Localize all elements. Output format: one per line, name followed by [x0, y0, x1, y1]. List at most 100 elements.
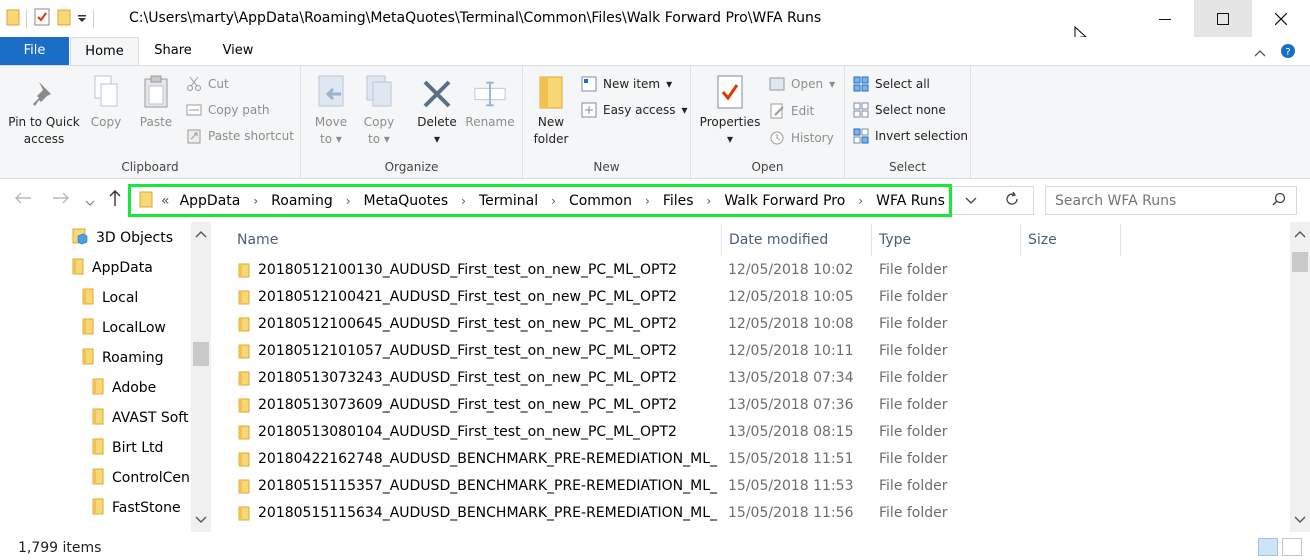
scroll-up-icon[interactable]: [1290, 226, 1310, 242]
recent-locations-button[interactable]: [85, 192, 95, 211]
nav-tree-item[interactable]: Birt Ltd: [92, 433, 163, 463]
invert-selection-button[interactable]: Invert selection: [853, 125, 968, 147]
nav-pane-scroll-thumb[interactable]: [193, 342, 209, 366]
file-row[interactable]: 20180512100645_AUDUSD_First_test_on_new_…: [236, 310, 1096, 337]
file-row[interactable]: 20180512100130_AUDUSD_First_test_on_new_…: [236, 256, 1096, 283]
breadcrumb-item[interactable]: Common: [569, 193, 632, 209]
properties-icon[interactable]: [33, 8, 51, 29]
search-input[interactable]: [1055, 192, 1272, 209]
details-view-button[interactable]: [1258, 538, 1278, 556]
forward-button[interactable]: [52, 190, 70, 209]
file-name: 20180512101057_AUDUSD_First_test_on_new_…: [258, 342, 677, 359]
file-row[interactable]: 20180513073609_AUDUSD_First_test_on_new_…: [236, 391, 1096, 418]
copy-path-button[interactable]: Copy path: [186, 99, 270, 121]
file-row[interactable]: 20180422162748_AUDUSD_BENCHMARK_PRE-REME…: [236, 445, 1096, 472]
breadcrumb-overflow[interactable]: «: [161, 193, 170, 209]
breadcrumb-separator[interactable]: ›: [253, 194, 258, 208]
tab-file[interactable]: File: [0, 37, 69, 65]
breadcrumb-separator[interactable]: ›: [346, 194, 351, 208]
cut-button[interactable]: Cut: [186, 73, 229, 95]
rename-button[interactable]: Rename: [463, 72, 517, 131]
paste-button[interactable]: Paste: [134, 72, 178, 131]
column-header-name[interactable]: Name: [229, 222, 719, 256]
up-arrow-icon: [109, 190, 121, 206]
nav-tree-item[interactable]: Adobe: [92, 373, 156, 403]
breadcrumb-item[interactable]: Terminal: [479, 193, 538, 209]
breadcrumb-separator[interactable]: ›: [858, 194, 863, 208]
large-icons-view-button[interactable]: [1282, 538, 1302, 556]
easy-access-button[interactable]: Easy access ▾: [581, 99, 688, 121]
folder-icon: [6, 8, 20, 29]
nav-tree-item[interactable]: Local: [82, 283, 138, 313]
tab-home[interactable]: Home: [70, 37, 139, 65]
column-header-date[interactable]: Date modified: [721, 222, 871, 256]
clipboard-group-label: Clipboard: [121, 160, 179, 174]
column-header-type[interactable]: Type: [871, 222, 1020, 256]
breadcrumb-separator[interactable]: ›: [551, 194, 556, 208]
file-list-scroll-thumb[interactable]: [1292, 252, 1308, 272]
history-button[interactable]: History: [769, 127, 834, 149]
search-icon[interactable]: [1272, 192, 1286, 209]
help-icon[interactable]: ?: [1280, 43, 1296, 62]
nav-tree-item[interactable]: AppData: [72, 253, 153, 283]
paste-shortcut-button[interactable]: Paste shortcut: [186, 125, 294, 147]
back-button[interactable]: [14, 190, 32, 209]
breadcrumb-separator[interactable]: ›: [707, 194, 712, 208]
file-list-scrollbar[interactable]: [1290, 222, 1310, 532]
nav-tree-item[interactable]: AVAST Soft: [92, 403, 188, 433]
scroll-down-icon[interactable]: [1290, 512, 1310, 528]
scroll-down-icon[interactable]: [191, 512, 211, 528]
nav-tree-item[interactable]: Roaming: [82, 343, 164, 373]
customize-dropdown-icon[interactable]: [77, 12, 87, 26]
collapse-ribbon-icon[interactable]: [1254, 46, 1266, 60]
refresh-button[interactable]: [1004, 191, 1020, 210]
scroll-up-icon[interactable]: [191, 226, 211, 242]
edit-button[interactable]: Edit: [769, 100, 814, 122]
maximize-button[interactable]: [1194, 0, 1252, 37]
nav-tree-item[interactable]: FastStone: [92, 493, 181, 523]
pin-to-quick-access-button[interactable]: Pin to Quick access: [6, 72, 82, 148]
select-all-button[interactable]: Select all: [853, 73, 930, 95]
new-folder-button[interactable]: New folder: [531, 72, 571, 148]
copy-to-button[interactable]: Copy to ▾: [359, 72, 399, 148]
pin-label-line2: access: [23, 132, 65, 146]
new-folder-icon[interactable]: [57, 8, 71, 29]
file-row[interactable]: 20180513073243_AUDUSD_First_test_on_new_…: [236, 364, 1096, 391]
nav-tree-item[interactable]: LocalLow: [82, 313, 166, 343]
breadcrumb-separator[interactable]: ›: [645, 194, 650, 208]
file-row[interactable]: 20180515115634_AUDUSD_BENCHMARK_PRE-REME…: [236, 499, 1096, 526]
breadcrumb-item[interactable]: Files: [663, 193, 694, 209]
breadcrumb-item[interactable]: AppData: [180, 193, 241, 209]
file-row[interactable]: 20180512101057_AUDUSD_First_test_on_new_…: [236, 337, 1096, 364]
up-button[interactable]: [108, 189, 122, 211]
move-to-button[interactable]: Move to ▾: [311, 72, 351, 148]
minimize-button[interactable]: [1136, 0, 1194, 37]
copy-button[interactable]: Copy: [86, 72, 126, 131]
search-box[interactable]: [1045, 186, 1297, 215]
column-divider[interactable]: [1120, 224, 1121, 256]
breadcrumb-item[interactable]: MetaQuotes: [364, 193, 449, 209]
tab-view[interactable]: View: [213, 37, 263, 65]
close-button[interactable]: [1252, 0, 1310, 37]
rename-label: Rename: [465, 115, 515, 129]
nav-tree-item[interactable]: 3D Objects: [72, 223, 173, 253]
file-row[interactable]: 20180512100421_AUDUSD_First_test_on_new_…: [236, 283, 1096, 310]
select-none-button[interactable]: Select none: [853, 99, 946, 121]
delete-button[interactable]: Delete ▾: [415, 72, 459, 148]
address-bar[interactable]: « AppData › Roaming › MetaQuotes › Terminal › Co…: [128, 184, 952, 217]
properties-button[interactable]: Properties ▾: [697, 72, 763, 148]
nav-tree-label: LocalLow: [102, 320, 166, 336]
breadcrumb-item[interactable]: Walk Forward Pro: [724, 193, 845, 209]
file-row[interactable]: 20180513080104_AUDUSD_First_test_on_new_…: [236, 418, 1096, 445]
breadcrumb-item[interactable]: Roaming: [271, 193, 333, 209]
file-row[interactable]: 20180515115357_AUDUSD_BENCHMARK_PRE-REME…: [236, 472, 1096, 499]
tab-share[interactable]: Share: [146, 37, 200, 65]
breadcrumb-separator[interactable]: ›: [461, 194, 466, 208]
nav-pane-scrollbar[interactable]: [191, 222, 211, 532]
new-item-button[interactable]: New item ▾: [581, 73, 672, 95]
breadcrumb-item[interactable]: WFA Runs: [876, 193, 945, 209]
column-header-size[interactable]: Size: [1020, 222, 1120, 256]
open-button[interactable]: Open ▾: [769, 73, 835, 95]
address-history-dropdown[interactable]: [965, 194, 977, 208]
nav-tree-item[interactable]: ControlCen: [92, 463, 190, 493]
